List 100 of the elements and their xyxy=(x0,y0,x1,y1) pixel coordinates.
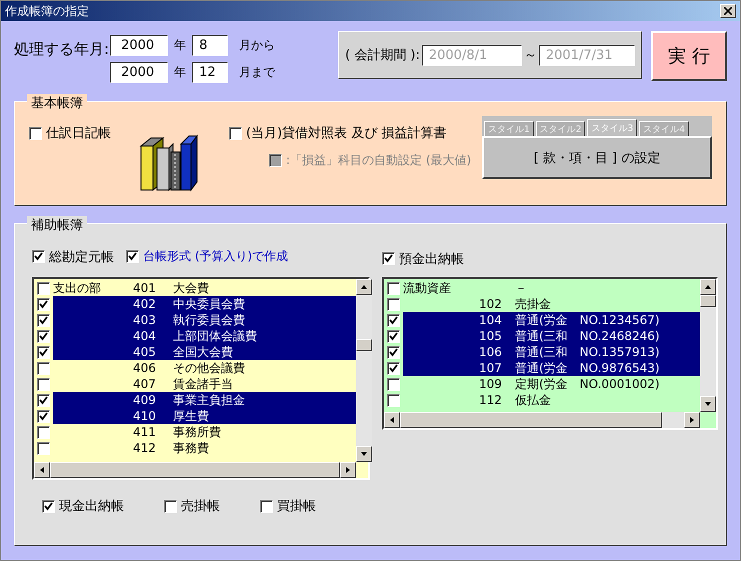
code-cell-text: 105 xyxy=(479,328,503,344)
code-cell-text: 409 xyxy=(133,392,157,408)
month-suffix-label: 月から xyxy=(238,37,276,54)
check-icon xyxy=(384,254,393,263)
list-row[interactable]: 112 仮払金 xyxy=(403,392,700,408)
code-cell-text: 401 xyxy=(133,280,157,296)
checkbox[interactable] xyxy=(387,346,400,358)
fiscal-period-label: ( 会計期間 ): xyxy=(345,47,420,64)
list-row[interactable]: 402 中央委員会費 xyxy=(53,296,356,312)
list-row[interactable]: 102 売掛金 xyxy=(403,296,700,312)
checkbox[interactable]: 預金出納帳 xyxy=(382,250,464,268)
checkbox[interactable] xyxy=(387,298,400,310)
year-unit-label: 年 xyxy=(173,64,188,81)
name-cell-text: 事業主負担金 xyxy=(173,392,246,408)
scrollbar-thumb[interactable] xyxy=(700,295,716,307)
code-cell-text: 102 xyxy=(479,296,503,312)
checkbox[interactable] xyxy=(387,282,400,294)
checkbox[interactable] xyxy=(387,314,400,326)
code-cell-text: 407 xyxy=(133,376,157,392)
check-icon xyxy=(44,502,53,510)
vertical-scrollbar[interactable] xyxy=(356,279,372,462)
name-cell-text: 大会費 xyxy=(173,280,210,296)
list-row[interactable]: 109 定期(労金 NO.0001002) xyxy=(403,376,700,392)
checkbox[interactable] xyxy=(37,314,50,326)
list-row[interactable]: 104 普通(労金 NO.1234567) xyxy=(403,312,700,328)
checkbox[interactable] xyxy=(387,362,400,374)
name-cell-text: 厚生費 xyxy=(173,408,210,424)
checkbox[interactable] xyxy=(37,426,50,438)
list-row[interactable]: 106 普通(三和 NO.1357913) xyxy=(403,344,700,360)
checkbox[interactable] xyxy=(37,282,50,294)
list-row[interactable]: 404 上部団体会議費 xyxy=(53,328,356,344)
list-row[interactable]: 410 厚生費 xyxy=(53,408,356,424)
vertical-scrollbar[interactable] xyxy=(700,279,716,412)
close-button[interactable] xyxy=(720,4,736,18)
name-cell-text: － xyxy=(515,280,528,296)
checkbox[interactable] xyxy=(37,346,50,358)
scrollbar-thumb[interactable] xyxy=(400,412,662,428)
code-cell-text: 410 xyxy=(133,408,157,424)
name-cell-text: 事務所費 xyxy=(173,424,222,440)
code-cell-text: 402 xyxy=(133,296,157,312)
month-field[interactable]: 8 xyxy=(192,35,228,56)
year-field[interactable]: 2000 xyxy=(110,35,168,56)
checkbox[interactable] xyxy=(37,378,50,390)
checkbox[interactable]: (当月)貸借対照表 及び 損益計算書 xyxy=(229,124,472,142)
scrollbar-thumb[interactable] xyxy=(356,339,372,351)
code-cell-text: 112 xyxy=(479,392,503,408)
code-cell-text: 403 xyxy=(133,312,157,328)
list-row[interactable]: 411 事務所費 xyxy=(53,424,356,440)
checkbox[interactable] xyxy=(37,330,50,342)
arrow-icon xyxy=(704,283,712,291)
code-cell-text: 104 xyxy=(479,312,503,328)
code-cell-text: 411 xyxy=(133,424,157,440)
window-title: 作成帳簿の指定 xyxy=(5,2,89,20)
checkbox[interactable]: 売掛帳 xyxy=(164,497,220,515)
code-cell-text: 404 xyxy=(133,328,157,344)
panel-title: 補助帳簿 xyxy=(27,216,87,234)
list-row[interactable]: 403 執行委員会費 xyxy=(53,312,356,328)
checkbox[interactable]: 買掛帳 xyxy=(260,497,316,515)
list-row[interactable]: 支出の部 401 大会費 xyxy=(53,280,356,296)
name-cell-text: 執行委員会費 xyxy=(173,312,246,328)
year-field[interactable]: 2000 xyxy=(110,62,168,83)
list-row[interactable]: 405 全国大会費 xyxy=(53,344,356,360)
year-unit-label: 年 xyxy=(173,37,188,54)
checkbox[interactable] xyxy=(387,394,400,406)
checkbox[interactable] xyxy=(37,298,50,310)
name-cell-text: 普通(労金 NO.9876543) xyxy=(515,360,661,376)
checkbox[interactable]: 現金出納帳 xyxy=(42,497,124,515)
name-cell-text: 仮払金 xyxy=(515,392,552,408)
list-row[interactable]: 105 普通(三和 NO.2468246) xyxy=(403,328,700,344)
execute-button[interactable]: 実 行 xyxy=(650,31,727,81)
name-cell-text: その他会議費 xyxy=(173,360,246,376)
group-cell-text: 流動資産 xyxy=(403,280,452,296)
list-row[interactable]: 409 事業主負担金 xyxy=(53,392,356,408)
name-cell-text: 賃金諸手当 xyxy=(173,376,234,392)
list-row[interactable]: 406 その他会議費 xyxy=(53,360,356,376)
checkbox[interactable] xyxy=(387,330,400,342)
code-cell-text: 107 xyxy=(479,360,503,376)
checkbox[interactable] xyxy=(37,442,50,454)
checkbox[interactable] xyxy=(37,410,50,422)
checkbox[interactable] xyxy=(387,378,400,390)
horizontal-scrollbar[interactable] xyxy=(384,412,700,428)
name-cell-text: 普通(三和 NO.1357913) xyxy=(515,344,661,360)
list-row[interactable]: 流動資産 － xyxy=(403,280,700,296)
checkbox[interactable] xyxy=(37,362,50,374)
checkbox[interactable]: 台帳形式 (予算入り)で作成 xyxy=(126,248,288,265)
list-row[interactable]: 407 賃金諸手当 xyxy=(53,376,356,392)
list-row[interactable]: 107 普通(労金 NO.9876543) xyxy=(403,360,700,376)
name-cell-text: 定期(労金 NO.0001002) xyxy=(515,376,661,392)
range-separator: ～ xyxy=(524,47,537,64)
checkbox[interactable]: 仕訳日記帳 xyxy=(29,124,111,142)
name-cell-text: 普通(労金 NO.1234567) xyxy=(515,312,661,328)
code-cell-text: 405 xyxy=(133,344,157,360)
list-row[interactable]: 412 事務費 xyxy=(53,440,356,456)
month-field[interactable]: 12 xyxy=(192,62,228,83)
checkbox[interactable]: 総勘定元帳 xyxy=(32,248,114,265)
checkbox[interactable] xyxy=(37,394,50,406)
name-cell-text: 全国大会費 xyxy=(173,344,234,360)
category-setting-button[interactable]: [ 款・項・目 ] の設定 xyxy=(482,136,712,179)
name-cell-text: 売掛金 xyxy=(515,296,552,312)
period-label: 処理する年月: xyxy=(14,40,110,59)
